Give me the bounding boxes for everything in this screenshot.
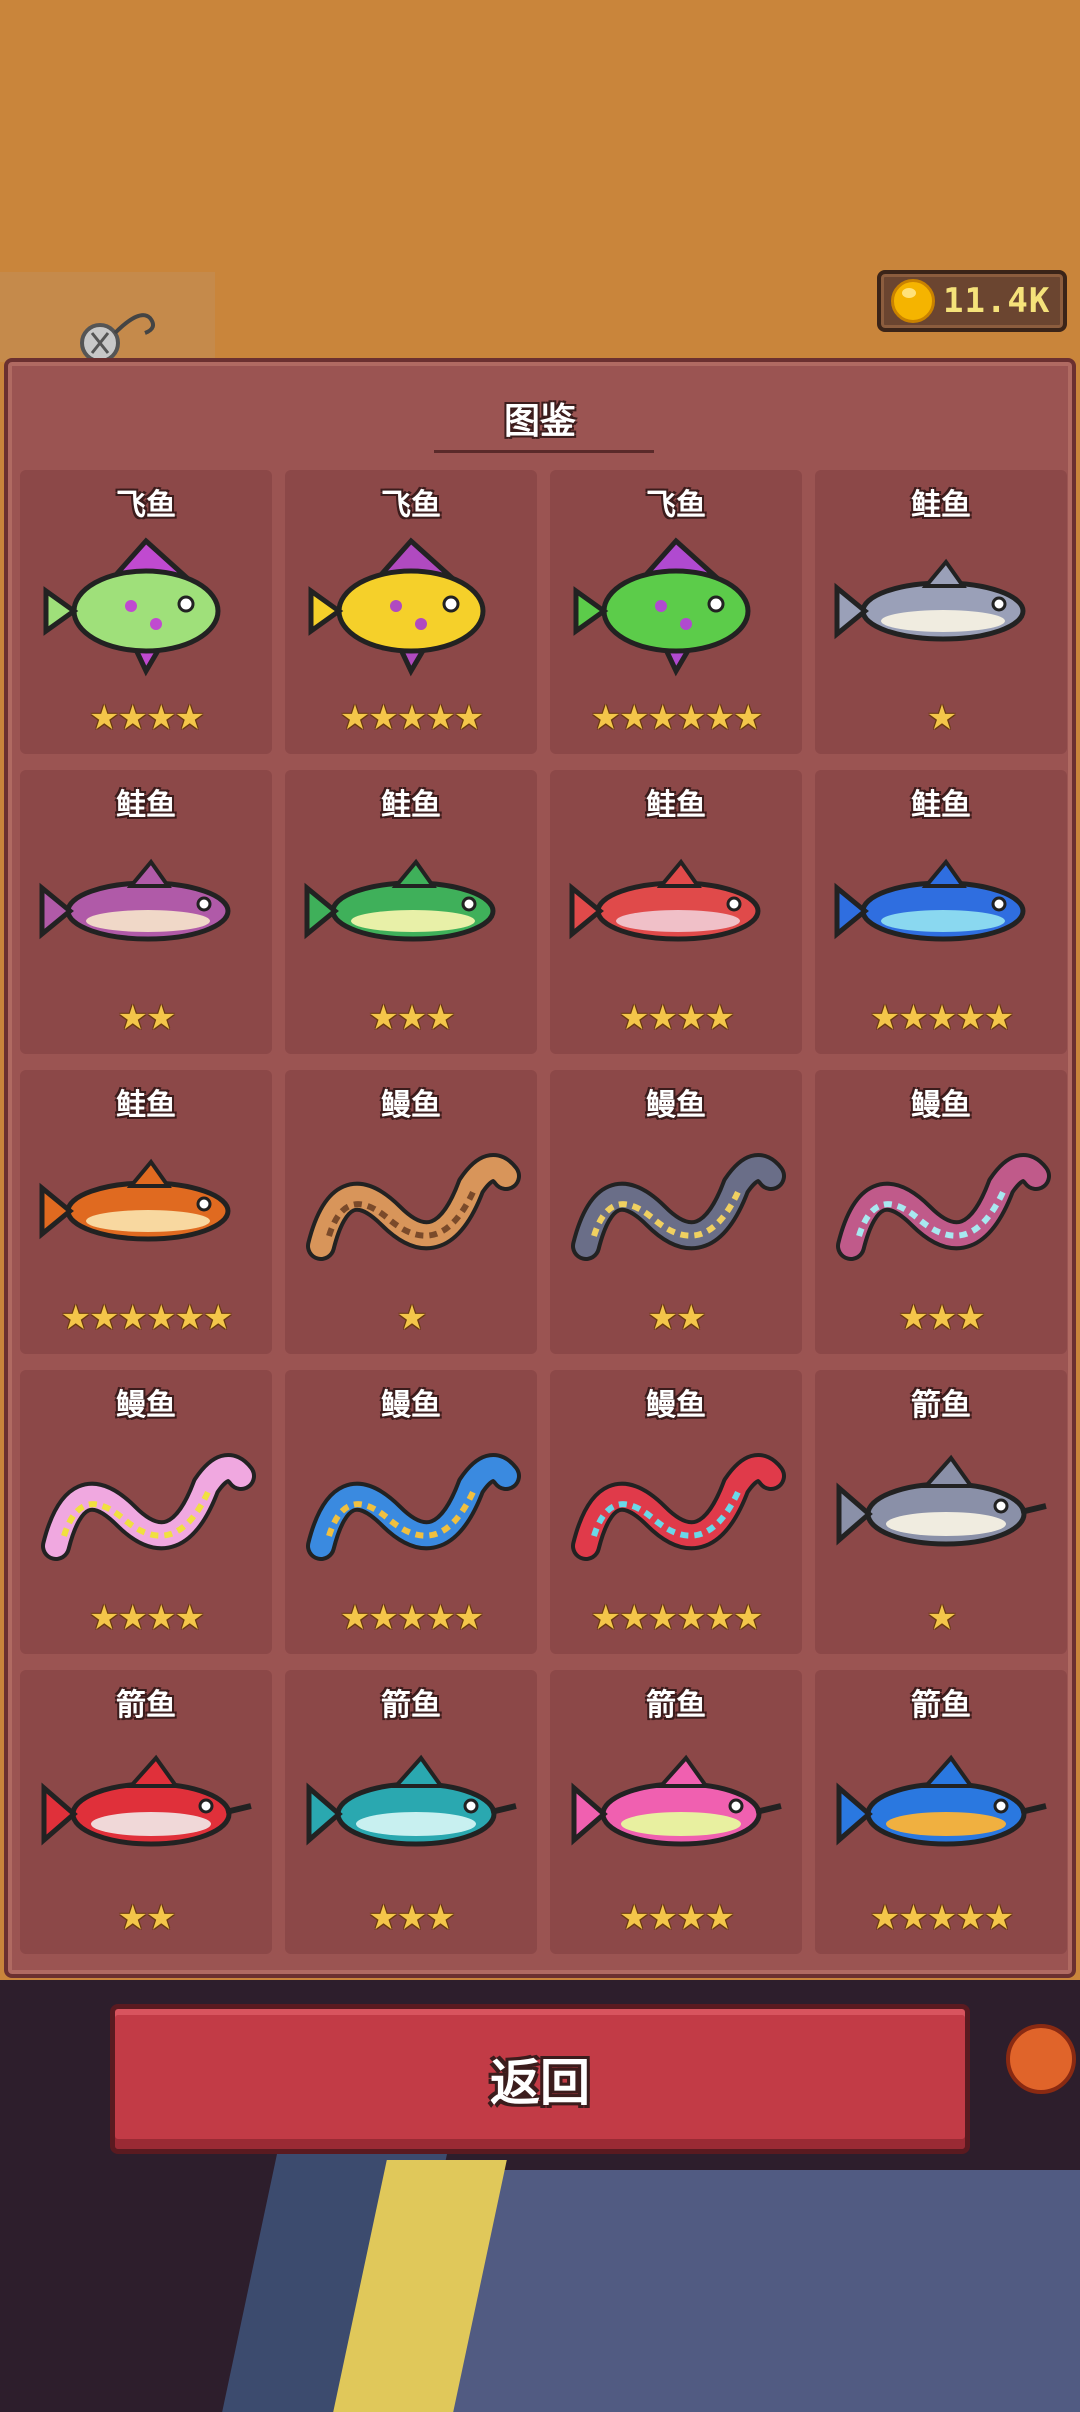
- salmon-icon: [39, 858, 231, 942]
- fish-card[interactable]: 飞鱼 ★★★★: [20, 470, 272, 754]
- fish-card[interactable]: 鲑鱼 ★★★★★: [815, 770, 1067, 1054]
- swordfish-icon: [571, 1754, 782, 1847]
- salmon-icon: [834, 558, 1026, 642]
- rarity-stars: ★★★★★★: [60, 1298, 234, 1338]
- rarity-stars: ★★★★★: [869, 1898, 1014, 1938]
- fish-name: 鲑鱼: [116, 788, 176, 823]
- fish-card[interactable]: 鳗鱼 ★★★★: [20, 1370, 272, 1654]
- fish-name: 鳗鱼: [116, 1388, 176, 1423]
- fish-card[interactable]: 鳗鱼 ★★★★★: [285, 1370, 537, 1654]
- fish-name: 鲑鱼: [381, 788, 441, 823]
- swordfish-icon: [306, 1754, 517, 1847]
- rarity-stars: ★★★: [898, 1298, 985, 1338]
- rarity-stars: ★★★★★★: [590, 698, 764, 738]
- salmon-icon: [569, 858, 761, 942]
- fish-card[interactable]: 鲑鱼 ★: [815, 470, 1067, 754]
- fish-name: 鳗鱼: [381, 1388, 441, 1423]
- fish-name: 鳗鱼: [911, 1088, 971, 1123]
- rarity-stars: ★★★★★: [869, 998, 1014, 1038]
- salmon-icon: [304, 858, 496, 942]
- salmon-icon: [834, 858, 1026, 942]
- rarity-stars: ★★★★★: [339, 1598, 484, 1638]
- fish-card[interactable]: 鲑鱼 ★★: [20, 770, 272, 1054]
- fish-name: 鳗鱼: [646, 1388, 706, 1423]
- rarity-stars: ★★★★★: [339, 698, 484, 738]
- fish-name: 鳗鱼: [381, 1088, 441, 1123]
- fish-card[interactable]: 箭鱼 ★★★★: [550, 1670, 802, 1954]
- fish-name: 飞鱼: [646, 488, 706, 523]
- collection-panel: 图鉴 飞鱼 ★★★★ 飞鱼 ★★★★★ 飞鱼 ★★★★★★ 鲑鱼 ★ 鲑鱼 ★★…: [4, 358, 1076, 1978]
- rarity-stars: ★★★★: [619, 1898, 735, 1938]
- fish-card[interactable]: 飞鱼 ★★★★★★: [550, 470, 802, 754]
- fish-name: 鲑鱼: [116, 1088, 176, 1123]
- flyingfish-icon: [573, 537, 751, 677]
- fish-card[interactable]: 鳗鱼 ★: [285, 1070, 537, 1354]
- fish-name: 箭鱼: [381, 1688, 441, 1723]
- eel-icon: [41, 1453, 256, 1561]
- rarity-stars: ★★: [117, 1898, 177, 1938]
- rarity-stars: ★: [926, 698, 957, 738]
- swordfish-icon: [836, 1754, 1047, 1847]
- rarity-stars: ★★★★: [89, 698, 205, 738]
- fish-name: 飞鱼: [381, 488, 441, 523]
- eel-icon: [571, 1153, 786, 1261]
- fish-name: 箭鱼: [911, 1688, 971, 1723]
- background-water: [440, 2170, 1080, 2412]
- fish-name: 飞鱼: [116, 488, 176, 523]
- rarity-stars: ★★: [117, 998, 177, 1038]
- panel-title: 图鉴: [503, 401, 576, 442]
- fish-card[interactable]: 鲑鱼 ★★★★★★: [20, 1070, 272, 1354]
- fish-card[interactable]: 箭鱼 ★: [815, 1370, 1067, 1654]
- fish-card[interactable]: 飞鱼 ★★★★★: [285, 470, 537, 754]
- rarity-stars: ★: [926, 1598, 957, 1638]
- salmon-icon: [39, 1158, 231, 1242]
- rarity-stars: ★: [396, 1298, 427, 1338]
- eel-icon: [571, 1453, 786, 1561]
- currency-display: 11.4K: [877, 270, 1067, 332]
- fish-card[interactable]: 鳗鱼 ★★★: [815, 1070, 1067, 1354]
- fish-card[interactable]: 鲑鱼 ★★★★: [550, 770, 802, 1054]
- fish-card[interactable]: 鳗鱼 ★★★★★★: [550, 1370, 802, 1654]
- rarity-stars: ★★★★: [89, 1598, 205, 1638]
- flyingfish-icon: [308, 537, 486, 677]
- fish-name: 鳗鱼: [646, 1088, 706, 1123]
- fish-name: 鲑鱼: [646, 788, 706, 823]
- rarity-stars: ★★★★: [619, 998, 735, 1038]
- fish-card[interactable]: 箭鱼 ★★★: [285, 1670, 537, 1954]
- fish-card[interactable]: 鲑鱼 ★★★: [285, 770, 537, 1054]
- gold-coin-icon: [891, 279, 935, 323]
- flyingfish-icon: [43, 537, 221, 677]
- back-button[interactable]: 返回: [110, 2004, 970, 2154]
- fish-name: 鲑鱼: [911, 788, 971, 823]
- eel-icon: [306, 1453, 521, 1561]
- fish-name: 箭鱼: [911, 1388, 971, 1423]
- swordfish-icon: [836, 1454, 1047, 1547]
- fish-card[interactable]: 箭鱼 ★★: [20, 1670, 272, 1954]
- crab-icon: [1006, 2024, 1076, 2094]
- fish-card[interactable]: 鳗鱼 ★★: [550, 1070, 802, 1354]
- rarity-stars: ★★★: [368, 998, 455, 1038]
- fish-name: 鲑鱼: [911, 488, 971, 523]
- currency-amount: 11.4K: [943, 281, 1051, 321]
- swordfish-icon: [41, 1754, 252, 1847]
- fish-card[interactable]: 箭鱼 ★★★★★: [815, 1670, 1067, 1954]
- rarity-stars: ★★★: [368, 1898, 455, 1938]
- eel-icon: [836, 1153, 1051, 1261]
- fish-name: 箭鱼: [646, 1688, 706, 1723]
- rarity-stars: ★★★★★★: [590, 1598, 764, 1638]
- rarity-stars: ★★: [647, 1298, 707, 1338]
- title-divider: [434, 450, 654, 453]
- eel-icon: [306, 1153, 521, 1261]
- fish-name: 箭鱼: [116, 1688, 176, 1723]
